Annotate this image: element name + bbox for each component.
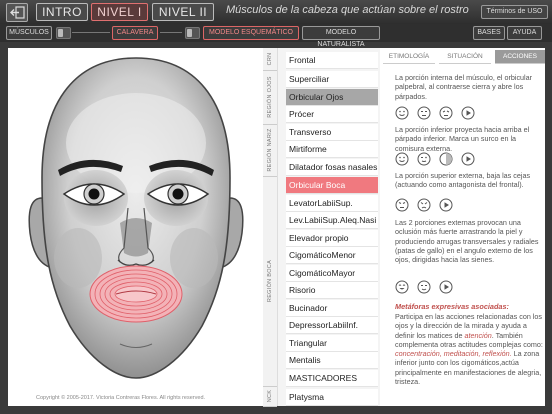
muscle-depressor-labii-inf[interactable]: DepressorLabiiInf. [286, 317, 378, 334]
toolbar: MÚSCULOS CALAVERA MODELO ESQUEMÁTICO MOD… [0, 24, 552, 48]
muscle-mirtiforme[interactable]: Mirtiforme [286, 141, 378, 158]
region-ojos: REGIÓN OJOS [263, 70, 277, 125]
play-icon[interactable] [461, 152, 475, 166]
muscles-button[interactable]: MÚSCULOS [6, 26, 52, 40]
squint-face-icon[interactable] [439, 106, 453, 120]
info-panel: ETIMOLOGÍA SITUACIÓN ACCIONES La porción… [383, 48, 545, 406]
smile-face-icon[interactable] [395, 152, 409, 166]
expression-icons-4 [395, 280, 495, 296]
nav-intro[interactable]: INTRO [36, 3, 88, 21]
muscle-bucinador[interactable]: Bucinador [286, 300, 378, 317]
main-content: Copyright © 2005-2017. Victoria Contrera… [8, 48, 545, 407]
metaphors-body: Participa en las acciones relacionadas c… [395, 312, 543, 387]
schematic-model-button[interactable]: MODELO ESQUEMÁTICO [203, 26, 299, 40]
nav-nivel-1[interactable]: NIVEL I [91, 3, 148, 21]
laugh-face-icon[interactable] [395, 280, 409, 294]
action-paragraph-1: La porción interna del músculo, el orbic… [395, 73, 533, 101]
muscle-orbicular-ojos[interactable]: Orbicular Ojos [286, 89, 378, 106]
smile-face-icon[interactable] [395, 106, 409, 120]
nav-nivel-2[interactable]: NIVEL II [152, 3, 214, 21]
muscle-transverso[interactable]: Transverso [286, 124, 378, 141]
closed-eyes-face-icon[interactable] [417, 106, 431, 120]
muscle-procer[interactable]: Prócer [286, 106, 378, 123]
left-pupil [88, 188, 100, 200]
muscle-risorio[interactable]: Risorio [286, 282, 378, 299]
exit-icon [10, 6, 25, 19]
expression-icons-3 [395, 198, 495, 214]
face-illustration [28, 57, 244, 379]
expression-icons-2 [395, 152, 495, 168]
copyright-text: Copyright © 2005-2017. Victoria Contrera… [36, 395, 206, 401]
play-icon[interactable] [461, 106, 475, 120]
face-panel: Copyright © 2005-2017. Victoria Contrera… [8, 48, 263, 406]
muscle-cigomatico-mayor[interactable]: CigomáticoMayor [286, 265, 378, 282]
region-nariz: REGIÓN NARIZ [263, 124, 277, 177]
region-boca: REGIÓN BOCA [263, 176, 277, 387]
action-paragraph-2: La porción inferior proyecta hacia arrib… [395, 125, 530, 153]
tab-etimologia[interactable]: ETIMOLOGÍA [383, 50, 435, 64]
app-title: Músculos de la cabeza que actúan sobre e… [226, 4, 469, 16]
naturalist-model-button[interactable]: MODELO NATURALISTA [302, 26, 380, 48]
muscle-dilatador-fosas-nasales[interactable]: Dilatador fosas nasales [286, 159, 378, 176]
divider [72, 32, 110, 33]
muscle-orbicular-boca[interactable]: Orbicular Boca [286, 177, 378, 194]
orbicularis-oris-muscle[interactable] [89, 265, 183, 323]
top-bar: INTRO NIVEL I NIVEL II Músculos de la ca… [0, 0, 552, 25]
tab-acciones[interactable]: ACCIONES [495, 50, 545, 64]
action-paragraph-4: Las 2 porciones externas provocan una oc… [395, 218, 539, 265]
action-paragraph-3: La porción superior externa, baja las ce… [395, 171, 531, 190]
terms-button[interactable]: Términos de USO [481, 5, 548, 19]
play-icon[interactable] [439, 198, 453, 212]
squint-face-icon[interactable] [417, 280, 431, 294]
help-button[interactable]: AYUDA [507, 26, 542, 40]
expression-icons-1 [395, 106, 495, 122]
muscles-toggle[interactable] [56, 27, 71, 39]
right-cheek-shade [170, 228, 218, 288]
muscle-levator-labii-sup[interactable]: LevatorLabiiSup. [286, 195, 378, 212]
play-icon[interactable] [439, 280, 453, 294]
metaphors-title: Metáforas expresivas asociadas: [395, 302, 509, 311]
region-nck: NCK [263, 386, 277, 407]
tab-situacion[interactable]: SITUACIÓN [439, 50, 491, 64]
bases-button[interactable]: BASES [473, 26, 505, 40]
muscle-mentalis[interactable]: Mentalis [286, 352, 378, 369]
model-toggle[interactable] [185, 27, 200, 39]
muscle-frontal[interactable]: Frontal [286, 52, 378, 69]
muscle-superciliar[interactable]: Superciliar [286, 71, 378, 88]
frown-brow-face-icon[interactable] [395, 198, 409, 212]
skull-button[interactable]: CALAVERA [112, 26, 158, 40]
divider [160, 32, 182, 33]
wink-face-icon[interactable] [417, 152, 431, 166]
muscle-masticadores[interactable]: MASTICADORES [286, 370, 378, 387]
muscle-triangular[interactable]: Triangular [286, 335, 378, 352]
region-crn: CRN [263, 48, 277, 71]
angry-face-icon[interactable] [417, 198, 431, 212]
muscle-lev-labii-sup-aleq-nasi[interactable]: Lev.LabiiSup.Aleq.Nasi [286, 212, 378, 229]
region-column: CRN REGIÓN OJOS REGIÓN NARIZ REGIÓN BOCA… [263, 48, 278, 407]
info-tabs: ETIMOLOGÍA SITUACIÓN ACCIONES [383, 50, 545, 64]
right-pupil [172, 188, 184, 200]
muscle-platysma[interactable]: Platysma [286, 389, 378, 406]
muscle-elevador-propio[interactable]: Elevador propio [286, 230, 378, 247]
muscle-list: Frontal Superciliar Orbicular Ojos Próce… [278, 48, 380, 406]
muscle-cigomatico-menor[interactable]: CigomáticoMenor [286, 247, 378, 264]
left-cheek-shade [54, 228, 102, 288]
exit-button[interactable] [6, 3, 28, 22]
half-face-icon[interactable] [439, 152, 453, 166]
